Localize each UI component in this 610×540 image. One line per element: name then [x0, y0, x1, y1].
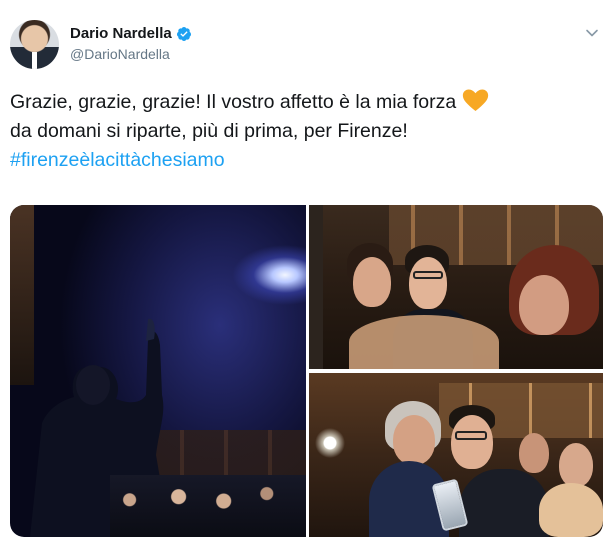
author-name[interactable]: Dario Nardella: [70, 25, 172, 42]
tweet-text-line: Grazie, grazie, grazie! Il vostro affett…: [10, 88, 600, 117]
chevron-down-icon[interactable]: [585, 26, 599, 40]
photo-stage-crowd[interactable]: [10, 205, 306, 537]
photo-supporter-embrace[interactable]: [309, 373, 603, 537]
tweet-text-line-1: Grazie, grazie, grazie! Il vostro affett…: [10, 91, 457, 113]
hashtag-link[interactable]: #firenzeèlacittàchesiamo: [10, 146, 600, 175]
avatar-shirt-collar: [32, 52, 37, 69]
tweet-text-line-2: da domani si riparte, più di prima, per …: [10, 120, 408, 142]
verified-badge-icon: [176, 27, 191, 41]
photo-supporters-greeting[interactable]: [309, 205, 603, 369]
author-avatar[interactable]: [10, 20, 59, 69]
tweet-text: Grazie, grazie, grazie! Il vostro affett…: [10, 88, 600, 175]
tweet-card: Dario Nardella @DarioNardella Grazie, gr…: [0, 0, 610, 540]
orange-heart-emoji-icon: [463, 89, 489, 111]
crowd: [110, 475, 306, 537]
camera-flash: [315, 428, 345, 458]
media-grid: [10, 205, 603, 537]
author-handle[interactable]: @DarioNardella: [70, 46, 170, 62]
